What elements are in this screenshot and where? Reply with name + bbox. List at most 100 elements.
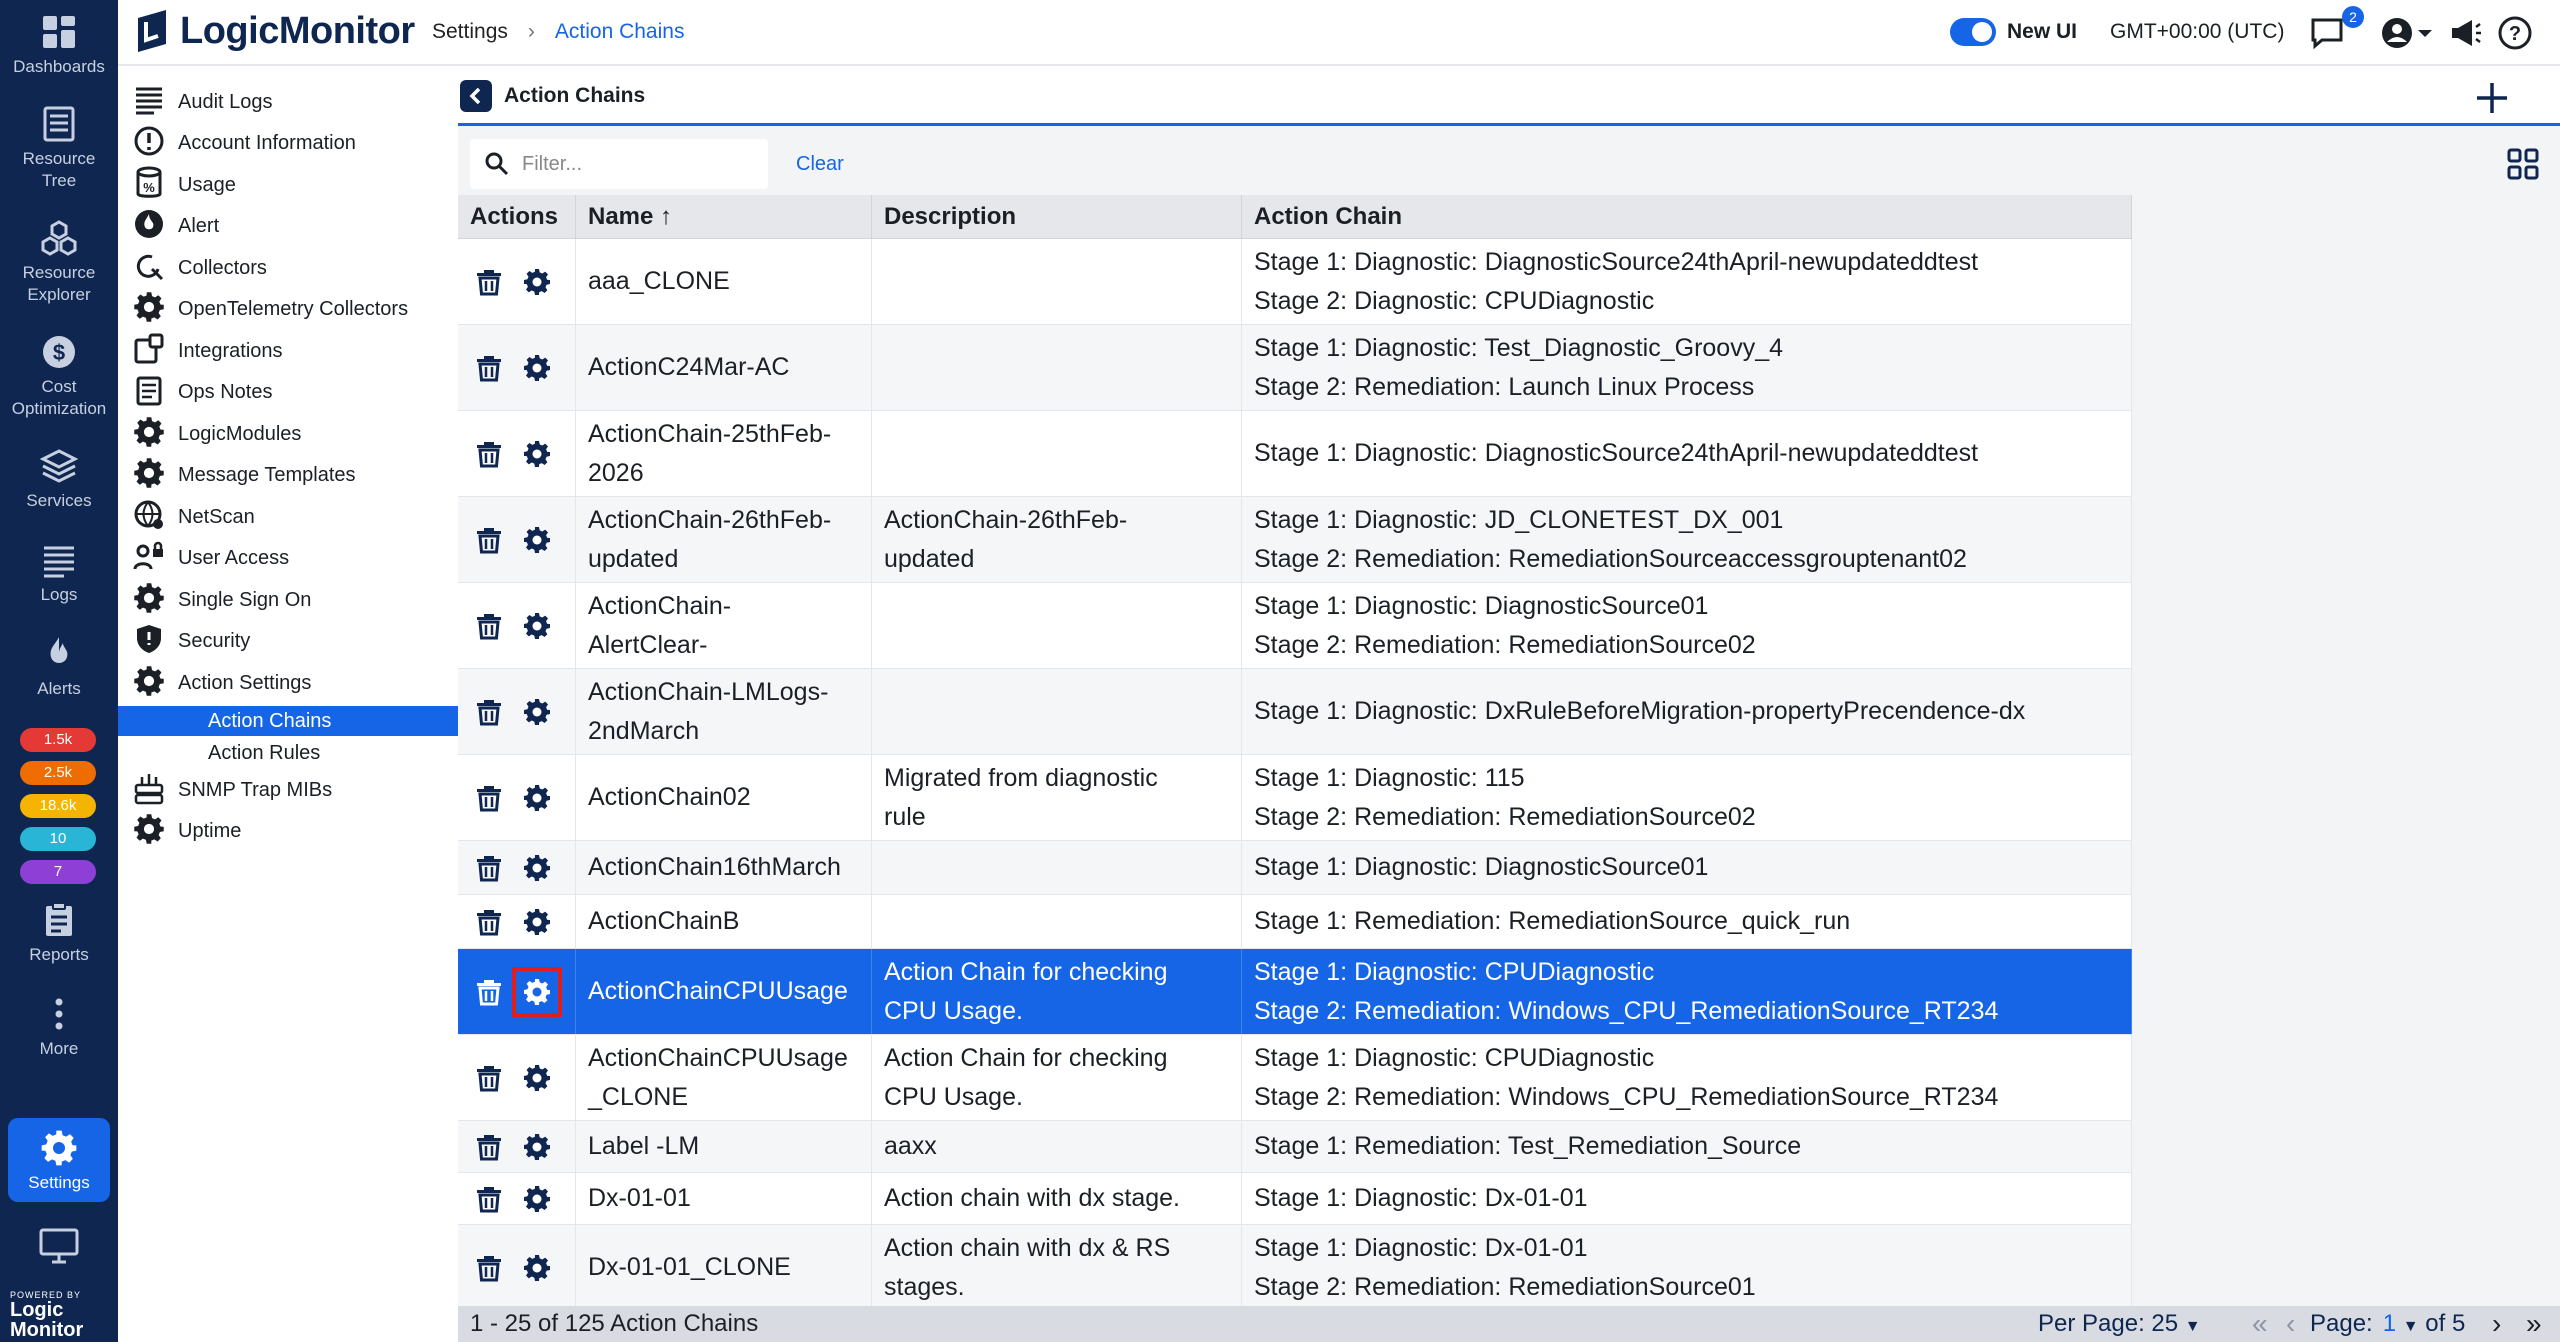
trash-icon[interactable] xyxy=(472,437,506,471)
rail-item-cost-optimization[interactable]: $ Cost Optimization xyxy=(0,332,118,420)
table-row[interactable]: ActionChain- AlertClear- Stage 1: Diagnost… xyxy=(458,583,2132,669)
rail-item-dashboards[interactable]: Dashboards xyxy=(0,12,118,78)
sidebar-item-action-settings[interactable]: Action Settings xyxy=(118,663,458,703)
timezone-selector[interactable]: GMT+00:00 (UTC) xyxy=(2110,20,2284,44)
gear-icon[interactable] xyxy=(520,1182,554,1216)
sidebar-item-collectors[interactable]: Collectors xyxy=(118,248,458,288)
table-row[interactable]: ActionC24Mar-AC Stage 1: Diagnostic: Test… xyxy=(458,325,2132,411)
sidebar-item-uptime[interactable]: Uptime xyxy=(118,812,458,852)
table-row[interactable]: ActionChainB Stage 1: Remediation: Remedi… xyxy=(458,895,2132,949)
gear-icon[interactable] xyxy=(520,781,554,815)
breadcrumb-action-chains[interactable]: Action Chains xyxy=(555,20,685,44)
column-header-description[interactable]: Description xyxy=(872,195,1242,239)
alert-count-badge[interactable]: 10 xyxy=(20,827,96,851)
per-page-selector[interactable]: Per Page: 25 ▼ xyxy=(2038,1310,2201,1338)
breadcrumb-settings[interactable]: Settings xyxy=(432,20,508,44)
next-page-icon[interactable]: › xyxy=(2492,1308,2501,1340)
gear-icon[interactable] xyxy=(520,851,554,885)
sidebar-item-netscan[interactable]: NetScan xyxy=(118,497,458,537)
monitor-icon[interactable] xyxy=(38,1226,80,1266)
trash-icon[interactable] xyxy=(472,1130,506,1164)
rail-item-logs[interactable]: Logs xyxy=(0,540,118,606)
grid-view-icon[interactable] xyxy=(2506,147,2540,181)
page-selector[interactable]: Page: 1 ▼ of 5 xyxy=(2310,1310,2465,1338)
megaphone-icon[interactable] xyxy=(2446,14,2484,52)
rail-item-reports[interactable]: Reports xyxy=(0,900,118,966)
trash-icon[interactable] xyxy=(472,975,506,1009)
sidebar-item-account-information[interactable]: Account Information xyxy=(118,124,458,164)
sidebar-item-alert[interactable]: Alert xyxy=(118,207,458,247)
column-header-action-chain[interactable]: Action Chain xyxy=(1242,195,2132,239)
sidebar-subitem-action-rules[interactable]: Action Rules xyxy=(118,738,458,768)
add-icon[interactable] xyxy=(2472,78,2512,118)
gear-icon[interactable] xyxy=(520,523,554,557)
gear-icon[interactable] xyxy=(520,1061,554,1095)
rail-item-alerts[interactable]: Alerts xyxy=(0,634,118,700)
brand-logo[interactable]: LogicMonitor xyxy=(132,8,415,54)
help-icon[interactable]: ? xyxy=(2496,14,2534,52)
table-row[interactable]: ActionChainCPUUsage Action Chain for chec… xyxy=(458,949,2132,1035)
chevron-down-icon[interactable] xyxy=(2414,14,2436,52)
gear-icon[interactable] xyxy=(520,1130,554,1164)
gear-icon[interactable] xyxy=(520,437,554,471)
rail-item-more[interactable]: More xyxy=(0,994,118,1060)
sidebar-item-logicmodules[interactable]: LogicModules xyxy=(118,414,458,454)
trash-icon[interactable] xyxy=(472,695,506,729)
table-row[interactable]: ActionChain16thMarch Stage 1: Diagnostic:… xyxy=(458,841,2132,895)
trash-icon[interactable] xyxy=(472,1061,506,1095)
table-row[interactable]: ActionChain-LMLogs- 2ndMarch Stage 1: Diag… xyxy=(458,669,2132,755)
new-ui-toggle[interactable] xyxy=(1950,18,1996,46)
sidebar-item-audit-logs[interactable]: Audit Logs xyxy=(118,82,458,122)
trash-icon[interactable] xyxy=(472,265,506,299)
sidebar-item-security[interactable]: Security xyxy=(118,622,458,662)
rail-item-resource-tree[interactable]: Resource Tree xyxy=(0,104,118,192)
table-row[interactable]: aaa_CLONE Stage 1: Diagnostic: Diagnostic… xyxy=(458,239,2132,325)
table-row[interactable]: ActionChain-25thFeb- 2026 Stage 1: Diagnos… xyxy=(458,411,2132,497)
trash-icon[interactable] xyxy=(472,781,506,815)
trash-icon[interactable] xyxy=(472,1182,506,1216)
rail-item-resource-explorer[interactable]: Resource Explorer xyxy=(0,218,118,306)
table-row[interactable]: ActionChain-26thFeb-updated ActionChain-2… xyxy=(458,497,2132,583)
chat-icon[interactable] xyxy=(2308,14,2346,52)
sidebar-item-integrations[interactable]: Integrations xyxy=(118,331,458,371)
rail-item-settings[interactable]: Settings xyxy=(8,1118,110,1202)
trash-icon[interactable] xyxy=(472,609,506,643)
previous-page-icon[interactable]: ‹ xyxy=(2286,1308,2295,1340)
table-row[interactable]: ActionChain02 Migrated from diagnostic rul… xyxy=(458,755,2132,841)
first-page-icon[interactable]: « xyxy=(2252,1308,2268,1340)
last-page-icon[interactable]: » xyxy=(2526,1308,2542,1340)
gear-icon[interactable] xyxy=(520,609,554,643)
alert-count-badge[interactable]: 2.5k xyxy=(20,761,96,785)
clear-filter-button[interactable]: Clear xyxy=(796,153,844,176)
sidebar-item-message-templates[interactable]: Message Templates xyxy=(118,456,458,496)
user-avatar-icon[interactable] xyxy=(2378,14,2416,52)
trash-icon[interactable] xyxy=(472,905,506,939)
column-header-name[interactable]: Name ↑ xyxy=(576,195,872,239)
collapse-sidebar-button[interactable] xyxy=(460,80,492,112)
sidebar-item-single-sign-on[interactable]: Single Sign On xyxy=(118,580,458,620)
table-row[interactable]: Label -LM aaxx Stage 1: Remediation: Test_… xyxy=(458,1121,2132,1173)
gear-icon[interactable] xyxy=(520,1251,554,1285)
sidebar-item-snmp-trap-mibs[interactable]: SNMP Trap MIBs xyxy=(118,770,458,810)
alert-count-badge[interactable]: 7 xyxy=(20,860,96,884)
gear-icon[interactable] xyxy=(520,695,554,729)
alert-count-badge[interactable]: 18.6k xyxy=(20,794,96,818)
sidebar-item-opentelemetry-collectors[interactable]: OpenTelemetry Collectors xyxy=(118,290,458,330)
trash-icon[interactable] xyxy=(472,1251,506,1285)
sidebar-item-ops-notes[interactable]: Ops Notes xyxy=(118,373,458,413)
trash-icon[interactable] xyxy=(472,523,506,557)
gear-icon[interactable] xyxy=(520,351,554,385)
table-row[interactable]: Dx-01-01_CLONE Action chain with dx & RS s… xyxy=(458,1225,2132,1311)
alert-count-badge[interactable]: 1.5k xyxy=(20,728,96,752)
sidebar-item-usage[interactable]: % Usage xyxy=(118,165,458,205)
table-row[interactable]: ActionChainCPUUsage _CLONE Action Chain fo… xyxy=(458,1035,2132,1121)
gear-icon[interactable] xyxy=(520,265,554,299)
filter-input[interactable] xyxy=(522,149,752,179)
rail-item-services[interactable]: Services xyxy=(0,446,118,512)
trash-icon[interactable] xyxy=(472,351,506,385)
gear-icon[interactable] xyxy=(512,966,562,1017)
gear-icon[interactable] xyxy=(520,905,554,939)
sidebar-subitem-action-chains[interactable]: Action Chains xyxy=(118,706,458,736)
trash-icon[interactable] xyxy=(472,851,506,885)
sidebar-item-user-access[interactable]: User Access xyxy=(118,539,458,579)
